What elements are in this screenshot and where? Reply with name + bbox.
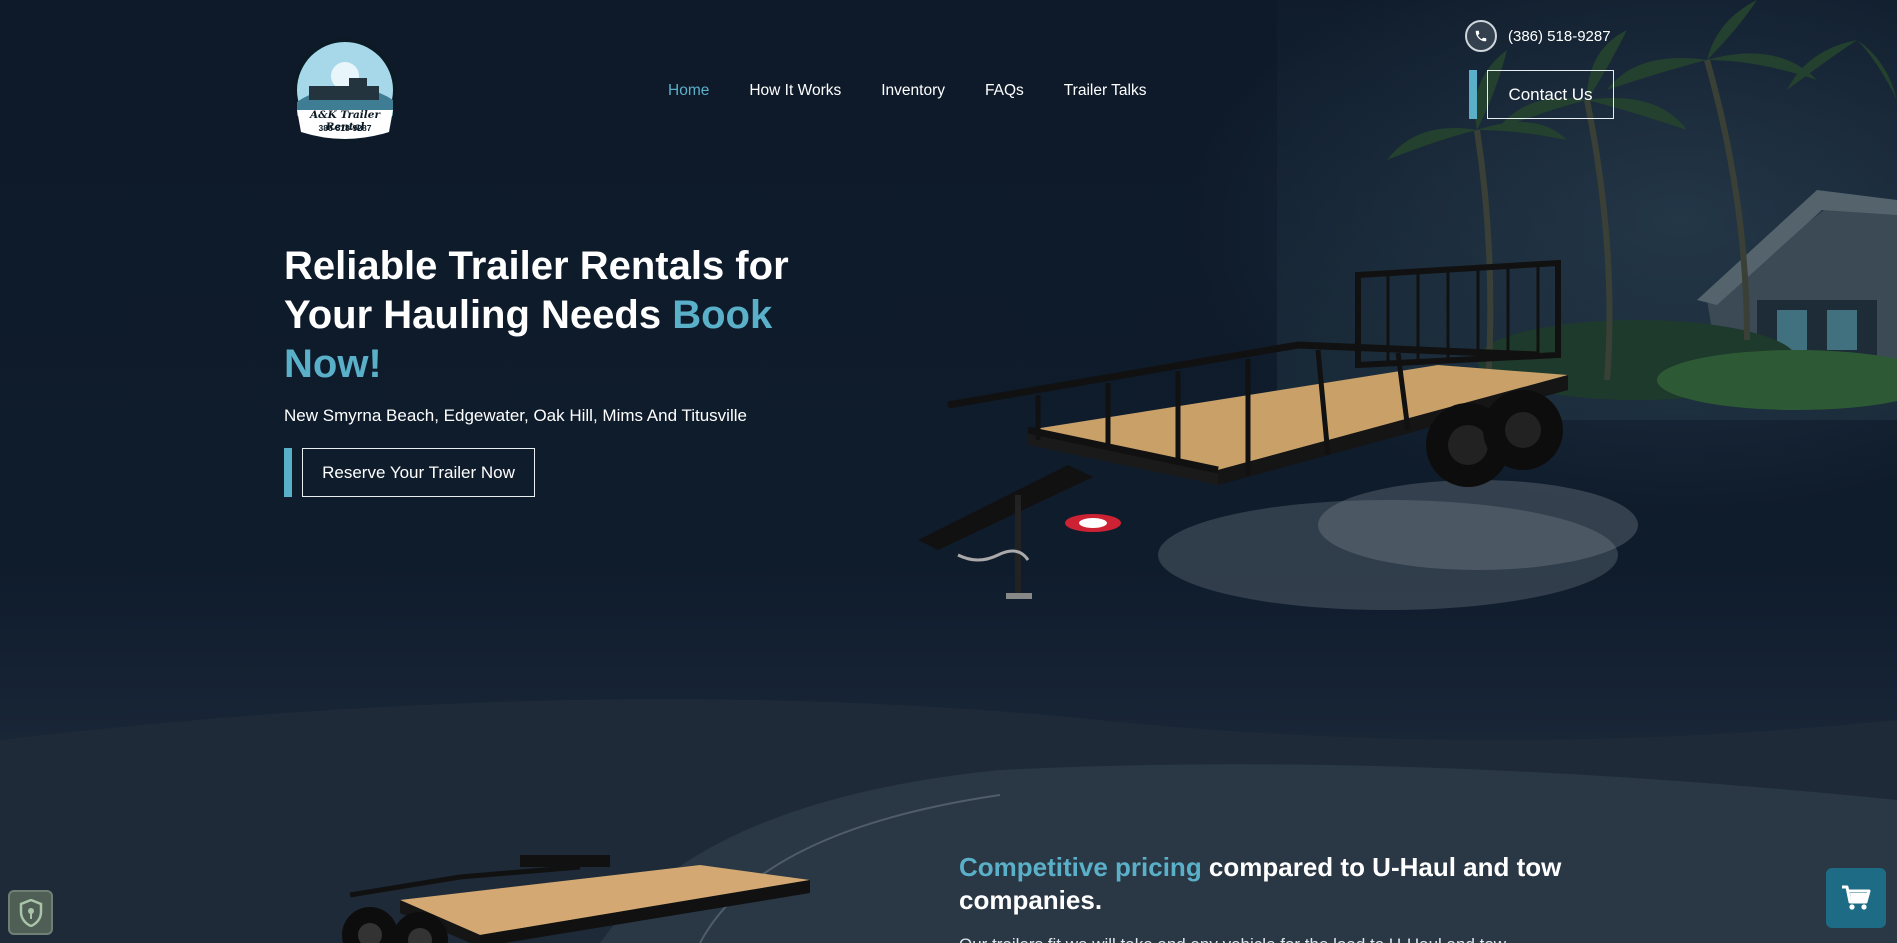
reserve-trailer-button[interactable]: Reserve Your Trailer Now (302, 448, 535, 497)
nav-trailer-talks[interactable]: Trailer Talks (1064, 82, 1147, 100)
phone-icon (1465, 20, 1497, 52)
promo-heading-accent: Competitive pricing (959, 852, 1202, 882)
privacy-badge[interactable] (8, 890, 53, 935)
accent-bar (1469, 70, 1477, 119)
car-hauler-trailer-image (342, 855, 810, 943)
nav-home[interactable]: Home (668, 82, 709, 100)
shield-icon (19, 898, 42, 927)
nav-inventory[interactable]: Inventory (881, 82, 945, 100)
accent-bar (284, 448, 292, 497)
promo-heading: Competitive pricing compared to U-Haul a… (959, 851, 1639, 917)
logo-phone: 386-518-9287 (318, 123, 372, 133)
cart-button[interactable] (1826, 868, 1886, 928)
hero-title: Reliable Trailer Rentals for Your Haulin… (284, 242, 844, 389)
nav-faqs[interactable]: FAQs (985, 82, 1024, 100)
nav-how-it-works[interactable]: How It Works (749, 82, 841, 100)
reserve-button-wrap: Reserve Your Trailer Now (284, 448, 535, 497)
logo[interactable]: A&K Trailer Rental 386-518-9287 (289, 36, 401, 144)
main-nav: Home How It Works Inventory FAQs Trailer… (668, 82, 1146, 100)
contact-button-wrap: Contact Us (1469, 70, 1614, 119)
phone-number: (386) 518-9287 (1508, 27, 1611, 45)
contact-us-button[interactable]: Contact Us (1487, 70, 1614, 119)
cart-icon (1842, 885, 1871, 910)
page: A&K Trailer Rental 386-518-9287 Home How… (0, 0, 1897, 943)
hero-subtitle: New Smyrna Beach, Edgewater, Oak Hill, M… (284, 406, 747, 425)
utility-trailer-image (918, 259, 1638, 610)
header-phone[interactable]: (386) 518-9287 (1465, 20, 1611, 52)
promo-body: Our trailers fit we will take and any ve… (959, 935, 1639, 943)
